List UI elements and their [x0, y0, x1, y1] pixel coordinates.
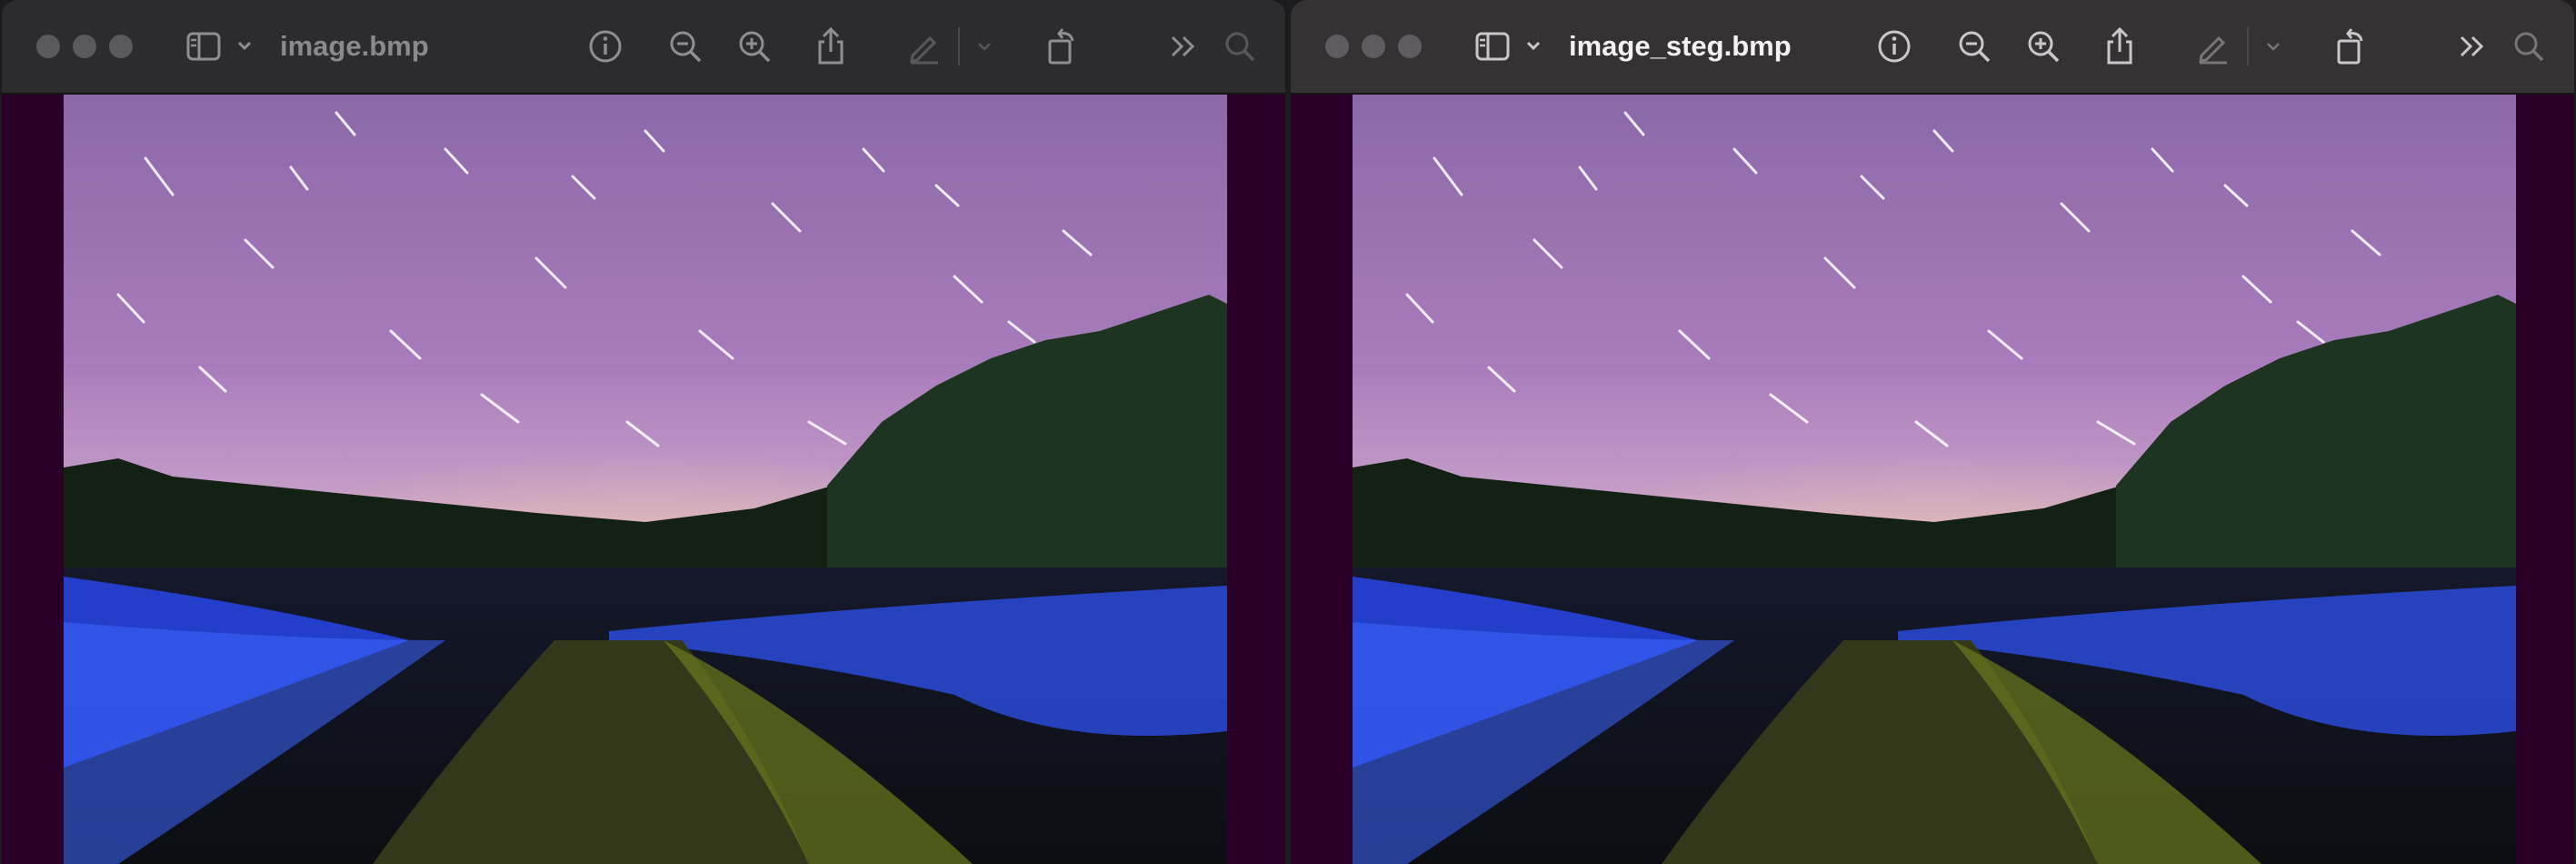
markup-pencil-icon[interactable]	[904, 0, 944, 93]
rotate-icon[interactable]	[2331, 0, 2371, 93]
titlebar[interactable]: image_steg.bmp	[1291, 0, 2574, 95]
share-icon[interactable]	[811, 0, 851, 93]
rotate-icon[interactable]	[1042, 0, 1082, 93]
markup-chevron-down-icon[interactable]	[2260, 0, 2287, 93]
image-canvas	[2, 95, 1285, 864]
close-button[interactable]	[1325, 35, 1349, 58]
minimize-button[interactable]	[1362, 35, 1385, 58]
zoom-out-icon[interactable]	[1954, 0, 1994, 93]
zoom-out-icon[interactable]	[665, 0, 705, 93]
share-icon[interactable]	[2100, 0, 2140, 93]
chevron-double-right-icon[interactable]	[2452, 0, 2492, 93]
chevron-double-right-icon[interactable]	[1163, 0, 1203, 93]
toolbar-separator	[958, 27, 960, 65]
preview-window-right[interactable]: image_steg.bmp	[1291, 0, 2574, 864]
titlebar[interactable]: image.bmp	[2, 0, 1285, 95]
preview-window-left[interactable]: image.bmp	[2, 0, 1285, 864]
zoom-window-button[interactable]	[109, 35, 133, 58]
info-icon[interactable]	[585, 0, 625, 93]
image-canvas	[1291, 95, 2574, 864]
markup-chevron-down-icon[interactable]	[971, 0, 998, 93]
sidebar-toggle-icon[interactable]	[184, 0, 256, 93]
info-icon[interactable]	[1874, 0, 1914, 93]
markup-pencil-icon[interactable]	[2192, 0, 2232, 93]
window-title: image_steg.bmp	[1569, 30, 1792, 62]
star-trail-photo	[64, 95, 1227, 864]
sidebar-toggle-icon[interactable]	[1473, 0, 1545, 93]
search-icon[interactable]	[1220, 0, 1260, 93]
zoom-in-icon[interactable]	[734, 0, 774, 93]
toolbar-separator	[2247, 27, 2249, 65]
search-icon[interactable]	[2509, 0, 2549, 93]
zoom-in-icon[interactable]	[2023, 0, 2063, 93]
minimize-button[interactable]	[73, 35, 96, 58]
close-button[interactable]	[36, 35, 60, 58]
window-title: image.bmp	[280, 30, 429, 62]
star-trail-photo	[1353, 95, 2516, 864]
zoom-window-button[interactable]	[1398, 35, 1422, 58]
